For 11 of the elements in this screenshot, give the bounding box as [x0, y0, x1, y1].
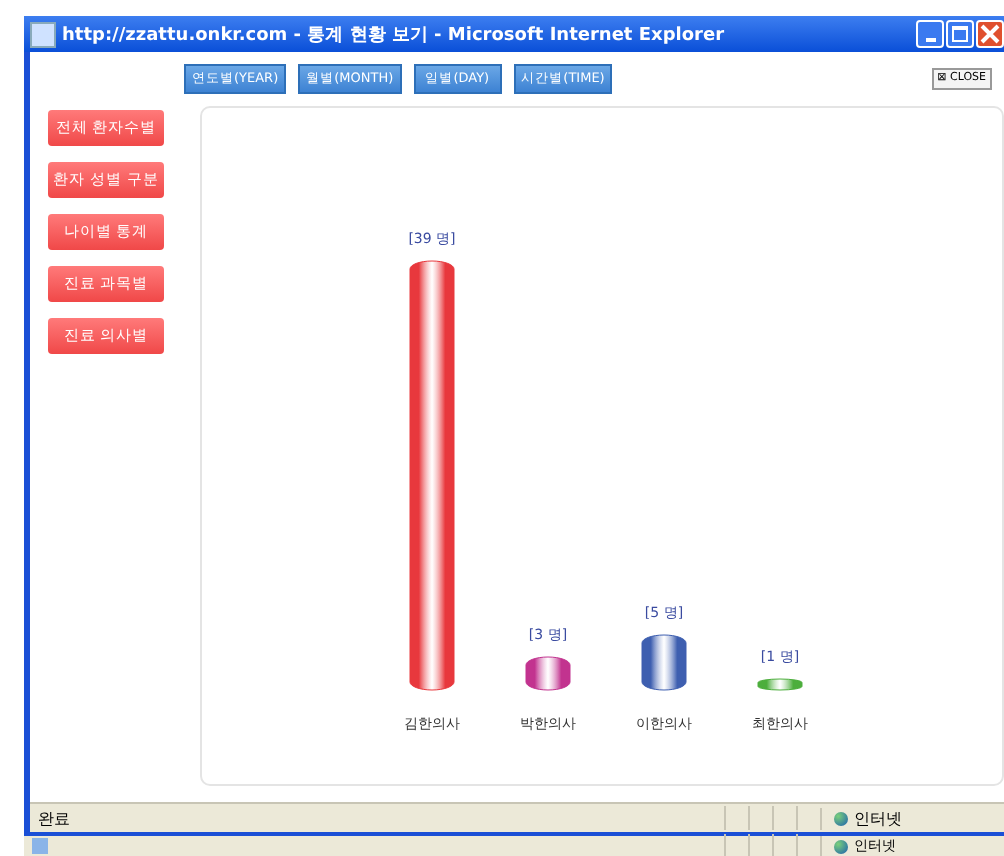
status-text: 완료: [36, 807, 72, 829]
minimize-button[interactable]: [916, 20, 944, 48]
close-button[interactable]: [976, 20, 1004, 48]
maximize-button[interactable]: [946, 20, 974, 48]
bar: [525, 656, 571, 691]
zone-text: 인터넷: [854, 807, 902, 829]
page-icon: [32, 838, 48, 854]
bar: [641, 634, 687, 691]
bar: [757, 678, 803, 691]
window-title: http://zzattu.onkr.com - 통계 현황 보기 - Microsoft Internet Explorer: [62, 23, 727, 47]
page-icon: [30, 21, 56, 47]
